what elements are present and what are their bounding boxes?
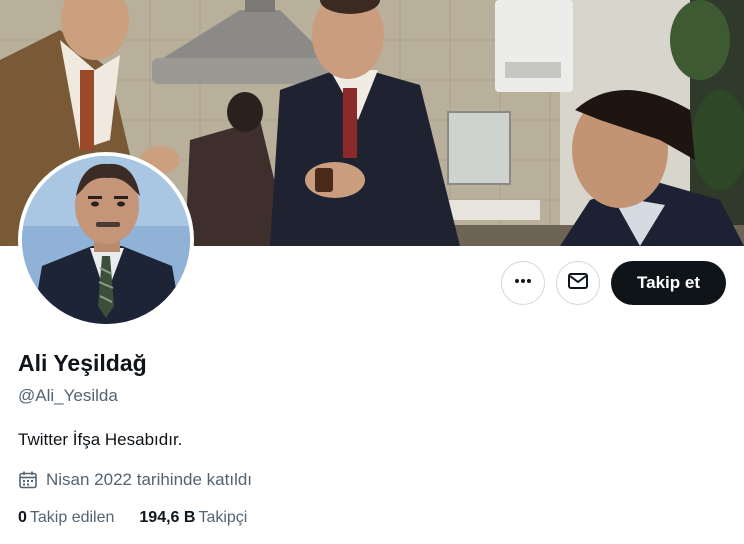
join-date: Nisan 2022 tarihinde katıldı bbox=[18, 468, 252, 492]
message-button[interactable] bbox=[556, 261, 600, 305]
mail-icon bbox=[567, 270, 589, 297]
join-date-text: Nisan 2022 tarihinde katıldı bbox=[46, 470, 253, 489]
follow-button-label: Takip et bbox=[637, 273, 700, 292]
following-label: Takip edilen bbox=[29, 509, 115, 526]
more-button[interactable] bbox=[501, 261, 545, 305]
follow-button[interactable]: Takip et bbox=[611, 261, 726, 305]
profile-bio: Twitter İfşa Hesabıdır. bbox=[18, 430, 183, 449]
following-count: 0 bbox=[18, 509, 27, 526]
followers-label: Takipçi bbox=[198, 509, 248, 526]
more-icon bbox=[513, 271, 533, 296]
display-name: Ali Yeşildağ bbox=[18, 350, 147, 376]
following-link[interactable]: 0 Takip edilen bbox=[18, 509, 114, 527]
user-handle: @Ali_Yesilda bbox=[18, 386, 118, 405]
followers-count: 194,6 B bbox=[139, 509, 196, 526]
followers-link[interactable]: 194,6 B Takipçi bbox=[139, 509, 247, 527]
calendar-icon bbox=[18, 470, 38, 490]
profile-stats: 0 Takip edilen 194,6 B Takipçi bbox=[18, 509, 272, 527]
profile-avatar[interactable] bbox=[18, 152, 194, 328]
avatar-photo bbox=[22, 156, 190, 324]
